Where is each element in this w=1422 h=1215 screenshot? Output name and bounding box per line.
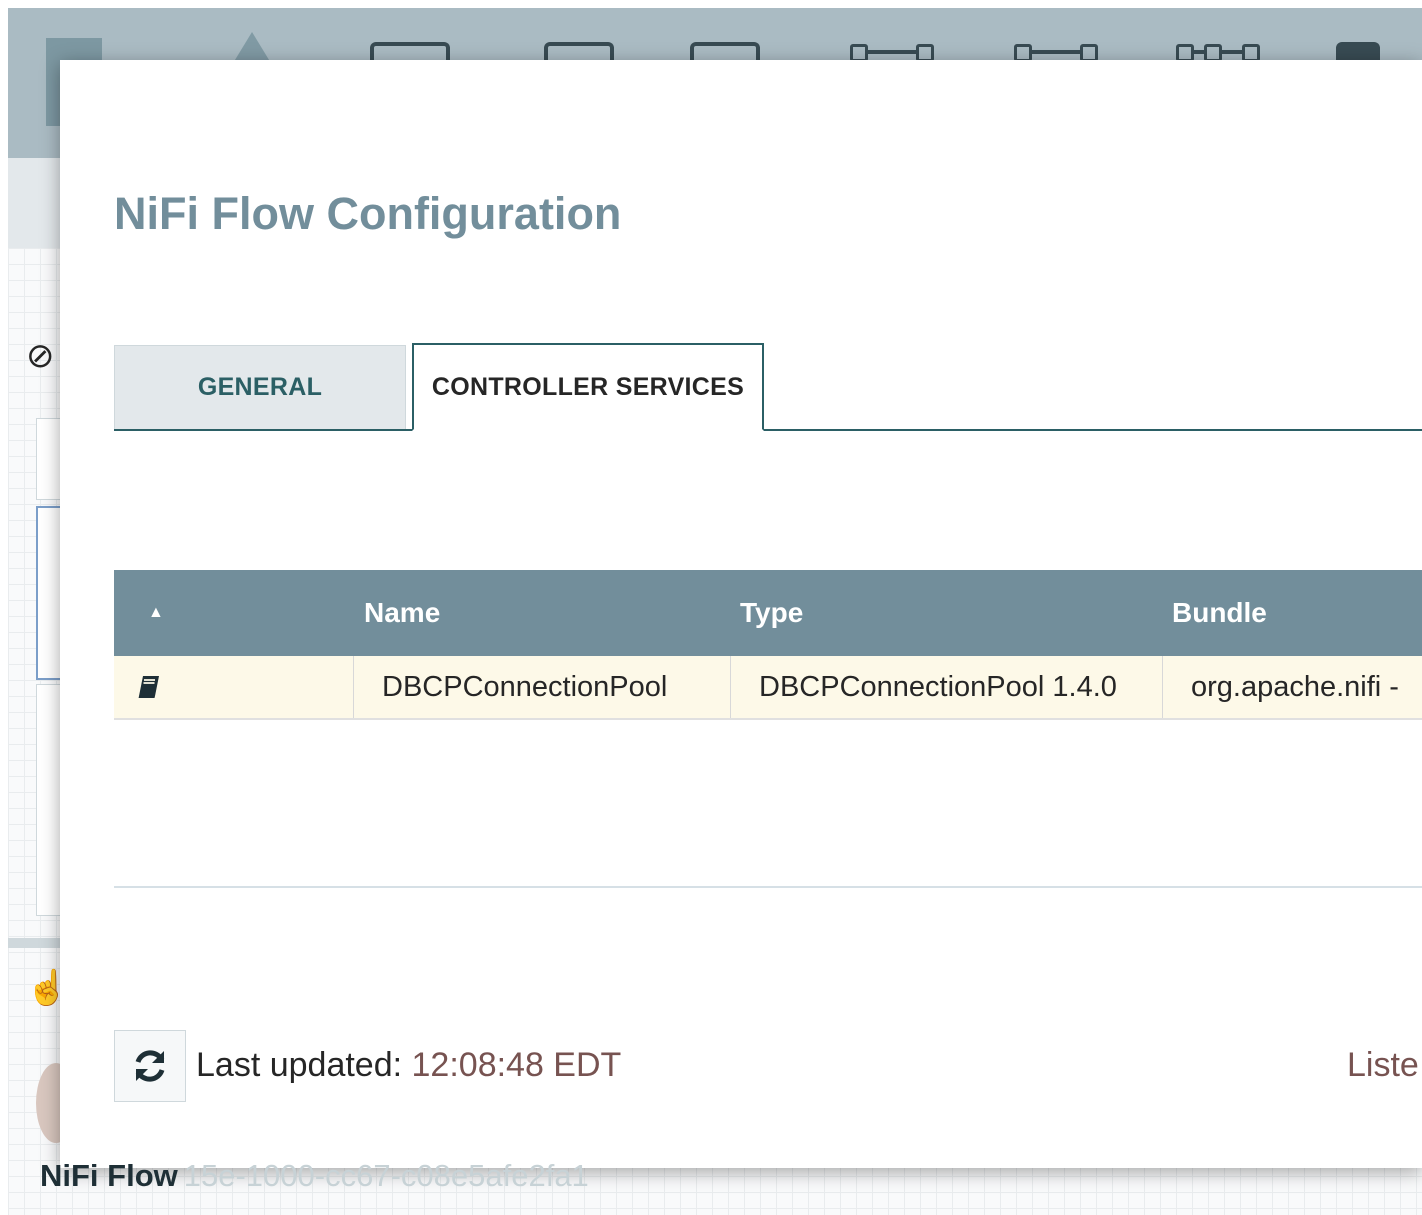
table-row[interactable]: DBCPConnectionPool DBCPConnectionPool 1.… — [114, 656, 1422, 720]
cell-type: DBCPConnectionPool 1.4.0 — [731, 656, 1163, 718]
panel-divider — [8, 938, 68, 948]
last-updated-text: Last updated: 12:08:48 EDT — [196, 1046, 621, 1085]
funnel-tool-icon[interactable] — [1176, 42, 1260, 62]
tab-underline — [114, 429, 1422, 431]
tab-general[interactable]: GENERAL — [114, 345, 406, 429]
cell-bundle: org.apache.nifi - — [1191, 670, 1399, 703]
label-tool-icon[interactable] — [1336, 42, 1380, 60]
row-icon-cell[interactable] — [114, 656, 354, 718]
tab-controller-services[interactable]: CONTROLLER SERVICES — [412, 343, 764, 431]
table-bottom-divider — [114, 886, 1422, 888]
navigate-compass-icon[interactable]: ⊘ — [26, 336, 55, 376]
breadcrumb-label[interactable]: NiFi Flow — [40, 1158, 178, 1193]
last-updated-label: Last updated: — [196, 1046, 412, 1084]
column-header-type[interactable]: Type — [740, 570, 803, 656]
last-updated-time: 12:08:48 EDT — [411, 1046, 622, 1084]
breadcrumb[interactable]: NiFi Flow 15e-1000-cc67-c08e5afe2fa1 — [40, 1158, 589, 1194]
listed-count-text: Liste — [1347, 1046, 1419, 1084]
remote-group-tool-icon[interactable] — [1014, 42, 1098, 62]
tab-bar: GENERAL CONTROLLER SERVICES — [114, 343, 1422, 431]
flow-configuration-dialog: NiFi Flow Configuration GENERAL CONTROLL… — [60, 60, 1422, 1168]
sort-ascending-icon[interactable]: ▲ — [148, 570, 164, 656]
refresh-icon — [135, 1050, 165, 1082]
column-header-name[interactable]: Name — [364, 570, 440, 656]
process-group-tool-icon[interactable] — [850, 42, 934, 62]
controller-services-table: ▲ Name Type Bundle DBCPConnectionPool DB… — [114, 570, 1422, 720]
documentation-icon[interactable] — [138, 675, 160, 699]
breadcrumb-group-id: 15e-1000-cc67-c08e5afe2fa1 — [183, 1158, 589, 1193]
table-header: ▲ Name Type Bundle — [114, 570, 1422, 656]
refresh-button[interactable] — [114, 1030, 186, 1102]
cell-name: DBCPConnectionPool — [354, 656, 731, 718]
column-header-bundle[interactable]: Bundle — [1172, 570, 1267, 656]
dialog-title: NiFi Flow Configuration — [114, 188, 622, 239]
